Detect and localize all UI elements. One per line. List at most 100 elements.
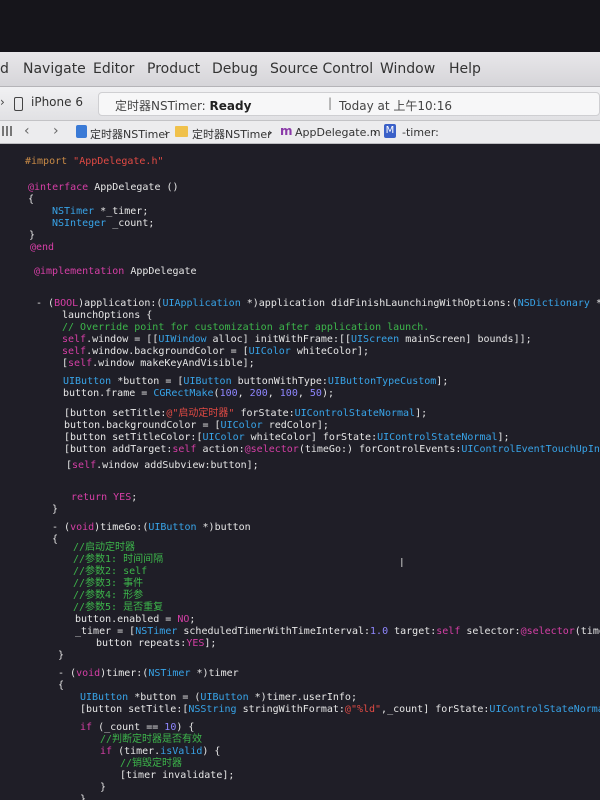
menu-item-window[interactable]: Window [380, 61, 435, 77]
code-line[interactable]: [timer invalidate]; [120, 770, 234, 782]
code-token: @selector [520, 626, 575, 637]
code-line[interactable]: [button addTarget:self action:@selector(… [64, 444, 600, 456]
code-line[interactable]: UIButton *button = (UIButton *)timer.use… [80, 692, 357, 704]
code-token: // Override point for customization afte… [62, 322, 430, 333]
code-line[interactable]: } [52, 504, 58, 516]
code-line[interactable]: //启动定时器 [73, 542, 135, 554]
code-token: button.enabled = [75, 614, 178, 625]
code-token: } [29, 230, 36, 241]
code-token: self [72, 460, 97, 471]
code-line[interactable]: //参数4: 形参 [73, 590, 143, 602]
menu-item-product[interactable]: Product [147, 61, 200, 77]
code-line[interactable]: button.frame = CGRectMake(100, 200, 100,… [63, 388, 334, 400]
code-token: (timer. [118, 746, 161, 757]
code-token: UIScreen [351, 334, 406, 345]
code-line[interactable]: - (void)timeGo:(UIButton *)button [52, 522, 251, 534]
code-token: _count; [112, 218, 155, 229]
code-line[interactable]: [button setTitle:[NSString stringWithFor… [80, 704, 600, 716]
jumpbar-method[interactable]: -timer: [402, 126, 439, 139]
jumpbar-file[interactable]: AppDelegate.m [295, 126, 381, 139]
code-line[interactable]: self.window.backgroundColor = [UIColor w… [62, 346, 369, 358]
code-line[interactable]: @implementation AppDelegate [34, 266, 197, 278]
menu-item-navigate[interactable]: Navigate [23, 61, 86, 77]
menu-bar: d Navigate Editor Product Debug Source Contro… [0, 52, 600, 87]
code-line[interactable]: //参数3: 事件 [73, 578, 143, 590]
chevron-right-icon[interactable]: › [0, 95, 5, 109]
code-line[interactable]: if (_count == 10) { [80, 722, 194, 734]
code-line[interactable]: @end [30, 242, 54, 254]
code-line[interactable]: UIButton *button = [UIButton buttonWithT… [63, 376, 448, 388]
scheme-device-selector[interactable]: iPhone 6 [31, 95, 83, 109]
code-token: if [80, 722, 99, 733]
menu-item-help[interactable]: Help [449, 61, 481, 77]
code-line[interactable]: [button setTitle:@"启动定时器" forState:UICon… [64, 408, 427, 420]
code-token: UIWindow [158, 334, 213, 345]
menu-item-d[interactable]: d [0, 61, 9, 77]
code-token: //启动定时器 [73, 542, 136, 553]
code-token: NO [177, 614, 190, 625]
jumpbar-separator: › [164, 126, 169, 139]
code-line[interactable]: } [80, 794, 86, 800]
code-line[interactable]: //参数1: 时间间隔 [73, 554, 163, 566]
code-line[interactable]: //判断定时器是否有效 [100, 734, 202, 746]
code-line[interactable]: button repeats:YES]; [96, 638, 216, 650]
project-icon [76, 125, 87, 138]
code-line[interactable]: //参数2: self [73, 566, 147, 578]
code-line[interactable]: - (BOOL)application:(UIApplication *)app… [36, 298, 600, 310]
code-token: 1.0 [370, 626, 389, 637]
activity-time: Today at 上午10:16 [339, 99, 452, 113]
code-token: UIColor [248, 346, 297, 357]
menu-item-source-control[interactable]: Source Control [270, 61, 373, 77]
code-line[interactable]: @interface AppDelegate () [28, 182, 179, 194]
code-line[interactable]: NSInteger _count; [52, 218, 154, 230]
back-button[interactable]: ‹ [24, 123, 30, 139]
code-token: UIButton [183, 376, 238, 387]
code-token: 100 [279, 388, 298, 399]
code-token: UIApplication [162, 298, 247, 309]
code-line[interactable]: { [28, 194, 34, 206]
code-line[interactable]: return YES; [71, 492, 137, 504]
code-line[interactable]: button.enabled = NO; [75, 614, 195, 626]
jumpbar-project[interactable]: 定时器NSTimer [90, 126, 170, 142]
code-line[interactable]: - (void)timer:(NSTimer *)timer [58, 668, 239, 680]
code-line[interactable]: { [58, 680, 64, 692]
code-line[interactable]: [self.window addSubview:button]; [66, 460, 259, 472]
code-token: selector: [460, 626, 521, 637]
jumpbar-group[interactable]: 定时器NSTimer [192, 126, 272, 142]
code-token: CGRectMake [153, 388, 214, 399]
code-token: ; [131, 492, 138, 503]
code-line[interactable]: #import "AppDelegate.h" [25, 156, 163, 168]
code-token: - ( [52, 522, 71, 533]
menu-item-debug[interactable]: Debug [212, 61, 258, 77]
forward-button[interactable]: › [53, 123, 59, 139]
objc-file-icon: m [280, 124, 293, 138]
menu-item-editor[interactable]: Editor [93, 61, 134, 77]
code-token: } [100, 782, 107, 793]
code-line[interactable]: if (timer.isValid) { [100, 746, 220, 758]
code-line[interactable]: [button setTitleColor:[UIColor whiteColo… [64, 432, 510, 444]
related-items-grid-icon[interactable] [2, 126, 12, 136]
code-line[interactable]: } [29, 230, 35, 242]
code-token: )timeGo:( [94, 522, 149, 533]
code-line[interactable]: _timer = [NSTimer scheduledTimerWithTime… [75, 626, 600, 638]
code-line[interactable]: //参数5: 是否重复 [73, 602, 163, 614]
code-line[interactable]: self.window = [[UIWindow alloc] initWith… [62, 334, 532, 346]
code-token: 10 [164, 722, 177, 733]
code-line[interactable]: launchOptions { [62, 310, 152, 322]
code-token: [timer invalidate]; [120, 770, 235, 781]
code-token: UIButton [200, 692, 255, 703]
code-line[interactable]: button.backgroundColor = [UIColor redCol… [64, 420, 329, 432]
code-line[interactable]: NSTimer *_timer; [52, 206, 148, 218]
code-editor[interactable]: #import "AppDelegate.h" @interface AppDel… [0, 144, 600, 800]
code-line[interactable]: } [58, 650, 64, 662]
code-line[interactable]: // Override point for customization afte… [62, 322, 429, 334]
code-line[interactable]: { [52, 534, 58, 546]
code-line[interactable]: } [100, 782, 106, 794]
code-token: whiteColor] forState: [250, 432, 378, 443]
code-line[interactable]: //销毁定时器 [120, 758, 182, 770]
code-token: 200 [249, 388, 268, 399]
code-token: *button = [ [117, 376, 184, 387]
code-token: YES [186, 638, 205, 649]
code-token: *_timer; [100, 206, 149, 217]
code-line[interactable]: [self.window makeKeyAndVisible]; [62, 358, 255, 370]
